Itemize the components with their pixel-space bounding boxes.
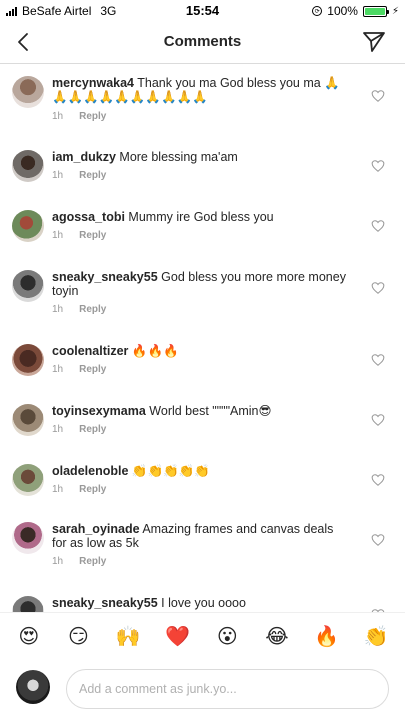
comment-item: toyinsexymama World best """"Amin😎 1h Re…	[0, 402, 405, 454]
heart-eyes-emoji-button[interactable]: 😍	[16, 624, 42, 650]
status-right: ⟳ 100% ⚡	[312, 4, 399, 18]
comment-item: agossa_tobi Mummy ire God bless you 1h R…	[0, 208, 405, 260]
comment-input-bar	[0, 660, 405, 720]
comment-meta: 1h Reply	[52, 556, 106, 567]
comment-item: oladelenoble 👏👏👏👏👏 1h Reply	[0, 462, 405, 514]
reply-button[interactable]: Reply	[79, 111, 106, 122]
comment-time: 1h	[52, 364, 64, 375]
reply-button[interactable]: Reply	[79, 230, 106, 241]
avatar[interactable]	[12, 344, 44, 376]
page-title: Comments	[163, 33, 242, 50]
comment-item: sneaky_sneaky55 God bless you more more …	[0, 268, 405, 334]
comment-item: iam_dukzy More blessing ma'am 1h Reply	[0, 148, 405, 200]
comment-text: sneaky_sneaky55 I love you oooo	[52, 596, 348, 610]
heart-icon[interactable]	[371, 219, 385, 233]
comment-body-text: World best """"Amin😎	[149, 404, 272, 418]
heart-icon[interactable]	[371, 159, 385, 173]
comment-text: agossa_tobi Mummy ire God bless you	[52, 210, 348, 224]
comment-text: iam_dukzy More blessing ma'am	[52, 150, 348, 164]
comment-body-text: Mummy ire God bless you	[128, 210, 274, 224]
comment-text: sneaky_sneaky55 God bless you more more …	[52, 270, 348, 298]
comment-time: 1h	[52, 556, 64, 567]
avatar[interactable]	[12, 150, 44, 182]
avatar[interactable]	[12, 522, 44, 554]
comment-input[interactable]	[66, 669, 389, 709]
reply-button[interactable]: Reply	[79, 304, 106, 315]
comment-item: coolenaltizer 🔥🔥🔥 1h Reply	[0, 342, 405, 394]
comment-meta: 1h Reply	[52, 230, 106, 241]
battery-fill	[364, 7, 385, 15]
comment-body-text: I love you oooo	[161, 596, 246, 610]
reply-button[interactable]: Reply	[79, 556, 106, 567]
reply-button[interactable]: Reply	[79, 364, 106, 375]
comment-text: coolenaltizer 🔥🔥🔥	[52, 344, 348, 358]
comment-username[interactable]: mercynwaka4	[52, 76, 134, 90]
comment-time: 1h	[52, 170, 64, 181]
status-bar: BeSafe Airtel 3G 15:54 ⟳ 100% ⚡	[0, 0, 405, 22]
comment-body-text: 👏👏👏👏👏	[131, 464, 210, 478]
avatar	[16, 670, 50, 704]
fire-emoji-button[interactable]: 🔥	[314, 624, 340, 650]
comment-meta: 1h Reply	[52, 304, 106, 315]
reply-button[interactable]: Reply	[79, 170, 106, 181]
paper-plane-icon[interactable]	[361, 29, 387, 55]
comment-body-text: More blessing ma'am	[119, 150, 238, 164]
reply-button[interactable]: Reply	[79, 424, 106, 435]
orientation-lock-icon: ⟳	[312, 6, 323, 16]
comment-username[interactable]: toyinsexymama	[52, 404, 146, 418]
comment-time: 1h	[52, 484, 64, 495]
avatar[interactable]	[12, 404, 44, 436]
nav-bar: Comments	[0, 22, 405, 64]
heart-icon[interactable]	[371, 353, 385, 367]
comment-username[interactable]: sneaky_sneaky55	[52, 596, 158, 610]
heart-icon[interactable]	[371, 533, 385, 547]
avatar[interactable]	[12, 596, 44, 612]
red-heart-emoji-button[interactable]: ❤️	[165, 624, 191, 650]
comment-time: 1h	[52, 304, 64, 315]
comment-username[interactable]: sneaky_sneaky55	[52, 270, 158, 284]
comment-meta: 1h Reply	[52, 424, 106, 435]
laughing-emoji-button[interactable]: 😂	[264, 624, 290, 650]
comment-meta: 1h Reply	[52, 170, 106, 181]
comment-text: toyinsexymama World best """"Amin😎	[52, 404, 348, 418]
comment-time: 1h	[52, 230, 64, 241]
comment-time: 1h	[52, 111, 64, 122]
comment-meta: 1h Reply	[52, 484, 106, 495]
comment-item: mercynwaka4 Thank you ma God bless you m…	[0, 74, 405, 134]
avatar[interactable]	[12, 210, 44, 242]
comment-text: oladelenoble 👏👏👏👏👏	[52, 464, 348, 478]
battery-icon	[362, 5, 389, 17]
charging-icon: ⚡	[391, 5, 399, 17]
avatar[interactable]	[12, 270, 44, 302]
comment-username[interactable]: iam_dukzy	[52, 150, 116, 164]
heart-icon[interactable]	[371, 473, 385, 487]
heart-icon[interactable]	[371, 281, 385, 295]
avatar[interactable]	[12, 76, 44, 108]
smirk-emoji-button[interactable]: 😏	[65, 624, 91, 650]
clap-emoji-button[interactable]: 👏	[363, 624, 389, 650]
avatar[interactable]	[12, 464, 44, 496]
comment-item: sneaky_sneaky55 I love you oooo	[0, 594, 405, 612]
surprised-emoji-button[interactable]: 😮	[214, 624, 240, 650]
raised-hands-emoji-button[interactable]: 🙌	[115, 624, 141, 650]
comment-meta: 1h Reply	[52, 111, 106, 122]
emoji-bar: 😍 😏 🙌 ❤️ 😮 😂 🔥 👏	[0, 612, 405, 660]
reply-button[interactable]: Reply	[79, 484, 106, 495]
comment-username[interactable]: oladelenoble	[52, 464, 128, 478]
comment-body-text: 🔥🔥🔥	[131, 344, 179, 358]
comment-meta: 1h Reply	[52, 364, 106, 375]
heart-icon[interactable]	[371, 413, 385, 427]
comment-item: sarah_oyinade Amazing frames and canvas …	[0, 520, 405, 586]
comment-username[interactable]: coolenaltizer	[52, 344, 128, 358]
heart-icon[interactable]	[371, 89, 385, 103]
comment-username[interactable]: agossa_tobi	[52, 210, 125, 224]
comment-text: sarah_oyinade Amazing frames and canvas …	[52, 522, 348, 550]
comment-text: mercynwaka4 Thank you ma God bless you m…	[52, 76, 348, 104]
comments-list[interactable]: mercynwaka4 Thank you ma God bless you m…	[0, 64, 405, 612]
battery-percent: 100%	[327, 4, 358, 18]
comment-time: 1h	[52, 424, 64, 435]
comment-username[interactable]: sarah_oyinade	[52, 522, 140, 536]
